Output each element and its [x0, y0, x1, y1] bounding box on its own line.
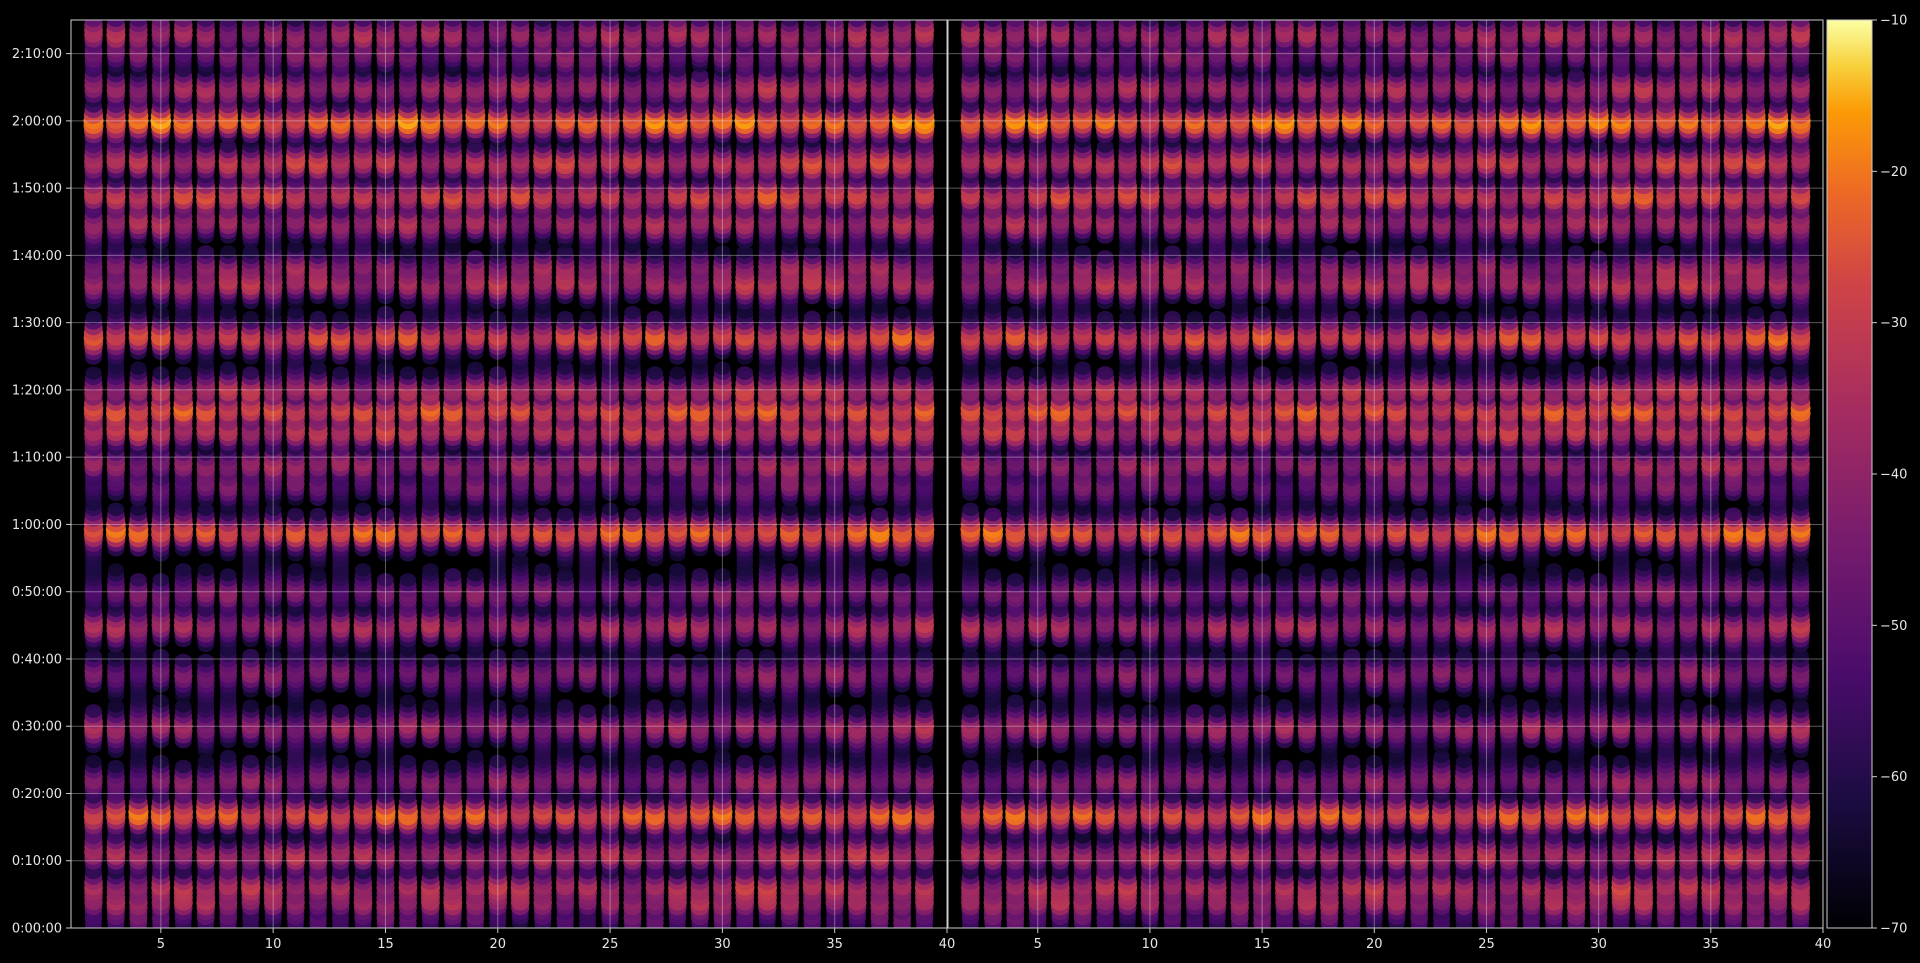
heat-cell	[624, 507, 641, 522]
heat-cell	[512, 704, 529, 718]
heat-cell	[107, 563, 124, 577]
heat-cell	[781, 563, 799, 577]
heat-cell	[467, 361, 484, 375]
heat-cell	[669, 699, 686, 713]
heat-cell	[85, 754, 102, 769]
heat-cell	[669, 366, 686, 380]
heat-cell	[242, 754, 259, 769]
heat-cell	[534, 563, 551, 577]
heat-cell	[242, 699, 259, 713]
heat-cell	[556, 699, 574, 713]
heat-cell	[354, 502, 372, 516]
heat-cell	[512, 754, 529, 769]
heat-cell	[893, 694, 911, 708]
heat-cell	[916, 754, 933, 769]
heat-cell	[220, 568, 237, 582]
heat-cell	[175, 366, 192, 380]
heat-cell	[893, 366, 911, 380]
heat-cell	[893, 573, 911, 587]
heat-cell	[422, 563, 439, 577]
heat-cell	[354, 759, 372, 774]
heat-cell	[871, 507, 889, 522]
heat-cell	[691, 568, 709, 582]
heat-cell	[624, 305, 641, 320]
heatmap-figure: 5 10 15 20 25 30 35 40 0:00:000:10:000:20:000:3…	[12, 14, 1908, 953]
heat-cell	[130, 361, 147, 375]
heat-cell	[646, 699, 664, 713]
heat-cell	[894, 306, 911, 320]
heat-cell	[287, 563, 304, 577]
heat-cell	[556, 507, 574, 522]
heat-cell	[175, 759, 192, 774]
heat-cell	[220, 361, 237, 375]
heat-cell	[669, 759, 686, 774]
heat-cell	[175, 563, 192, 577]
heat-cell	[174, 653, 192, 668]
heat-cell	[916, 699, 933, 713]
heat-cell	[354, 704, 372, 718]
heat-cell	[871, 568, 888, 582]
left-panel: 5 10 15 20 25 30 35 40 0:00:000:10:000:20:000:3…	[12, 19, 955, 952]
heat-cell	[467, 749, 484, 764]
heat-cell	[422, 759, 439, 774]
heat-cell	[916, 366, 933, 380]
heat-cell	[399, 754, 417, 769]
heat-cell	[309, 507, 327, 522]
heat-cell	[354, 563, 372, 577]
heat-cell	[422, 653, 439, 668]
heat-cell	[848, 704, 866, 718]
heat-cell	[287, 507, 304, 522]
heat-cell	[444, 568, 462, 582]
heat-cell	[646, 573, 664, 587]
heat-cell	[399, 366, 417, 380]
heat-cell	[444, 759, 462, 774]
heat-cell	[85, 704, 102, 718]
heat-cell	[422, 366, 439, 380]
heat-cell	[736, 366, 754, 380]
heat-cell	[512, 649, 529, 663]
heat-cell	[691, 759, 709, 774]
heat-cell	[669, 563, 686, 577]
heat-cell	[130, 573, 147, 587]
heat-cell	[242, 648, 260, 663]
heat-cell	[220, 749, 237, 764]
heat-cell	[466, 250, 484, 264]
heat-cell	[736, 754, 754, 769]
heat-cell	[332, 366, 349, 380]
heat-cell	[309, 699, 327, 713]
heat-cell	[579, 754, 596, 769]
heat-cell	[669, 653, 686, 668]
heat-cell	[759, 754, 776, 769]
heat-cell	[399, 573, 417, 587]
heat-cell	[220, 245, 237, 259]
heat-cell	[759, 649, 776, 663]
heat-cell	[422, 699, 439, 713]
heat-cell	[624, 568, 641, 582]
heat-cell	[646, 366, 664, 380]
heat-cell	[197, 563, 214, 577]
heat-cell	[107, 502, 125, 516]
heat-cell	[534, 507, 552, 522]
heat-cell	[242, 366, 260, 380]
heat-cell	[332, 704, 349, 718]
heat-cell	[197, 653, 215, 668]
heat-cell	[691, 653, 709, 668]
heat-cell	[467, 568, 484, 582]
heat-cell	[646, 754, 664, 769]
heat-cell	[332, 754, 349, 769]
heat-cell	[197, 245, 215, 259]
heat-cell	[736, 648, 754, 663]
heat-cell	[444, 653, 462, 668]
heat-cell	[85, 366, 102, 380]
heat-cell	[579, 704, 596, 718]
heat-cell	[399, 694, 416, 708]
heat-cell	[107, 759, 125, 774]
